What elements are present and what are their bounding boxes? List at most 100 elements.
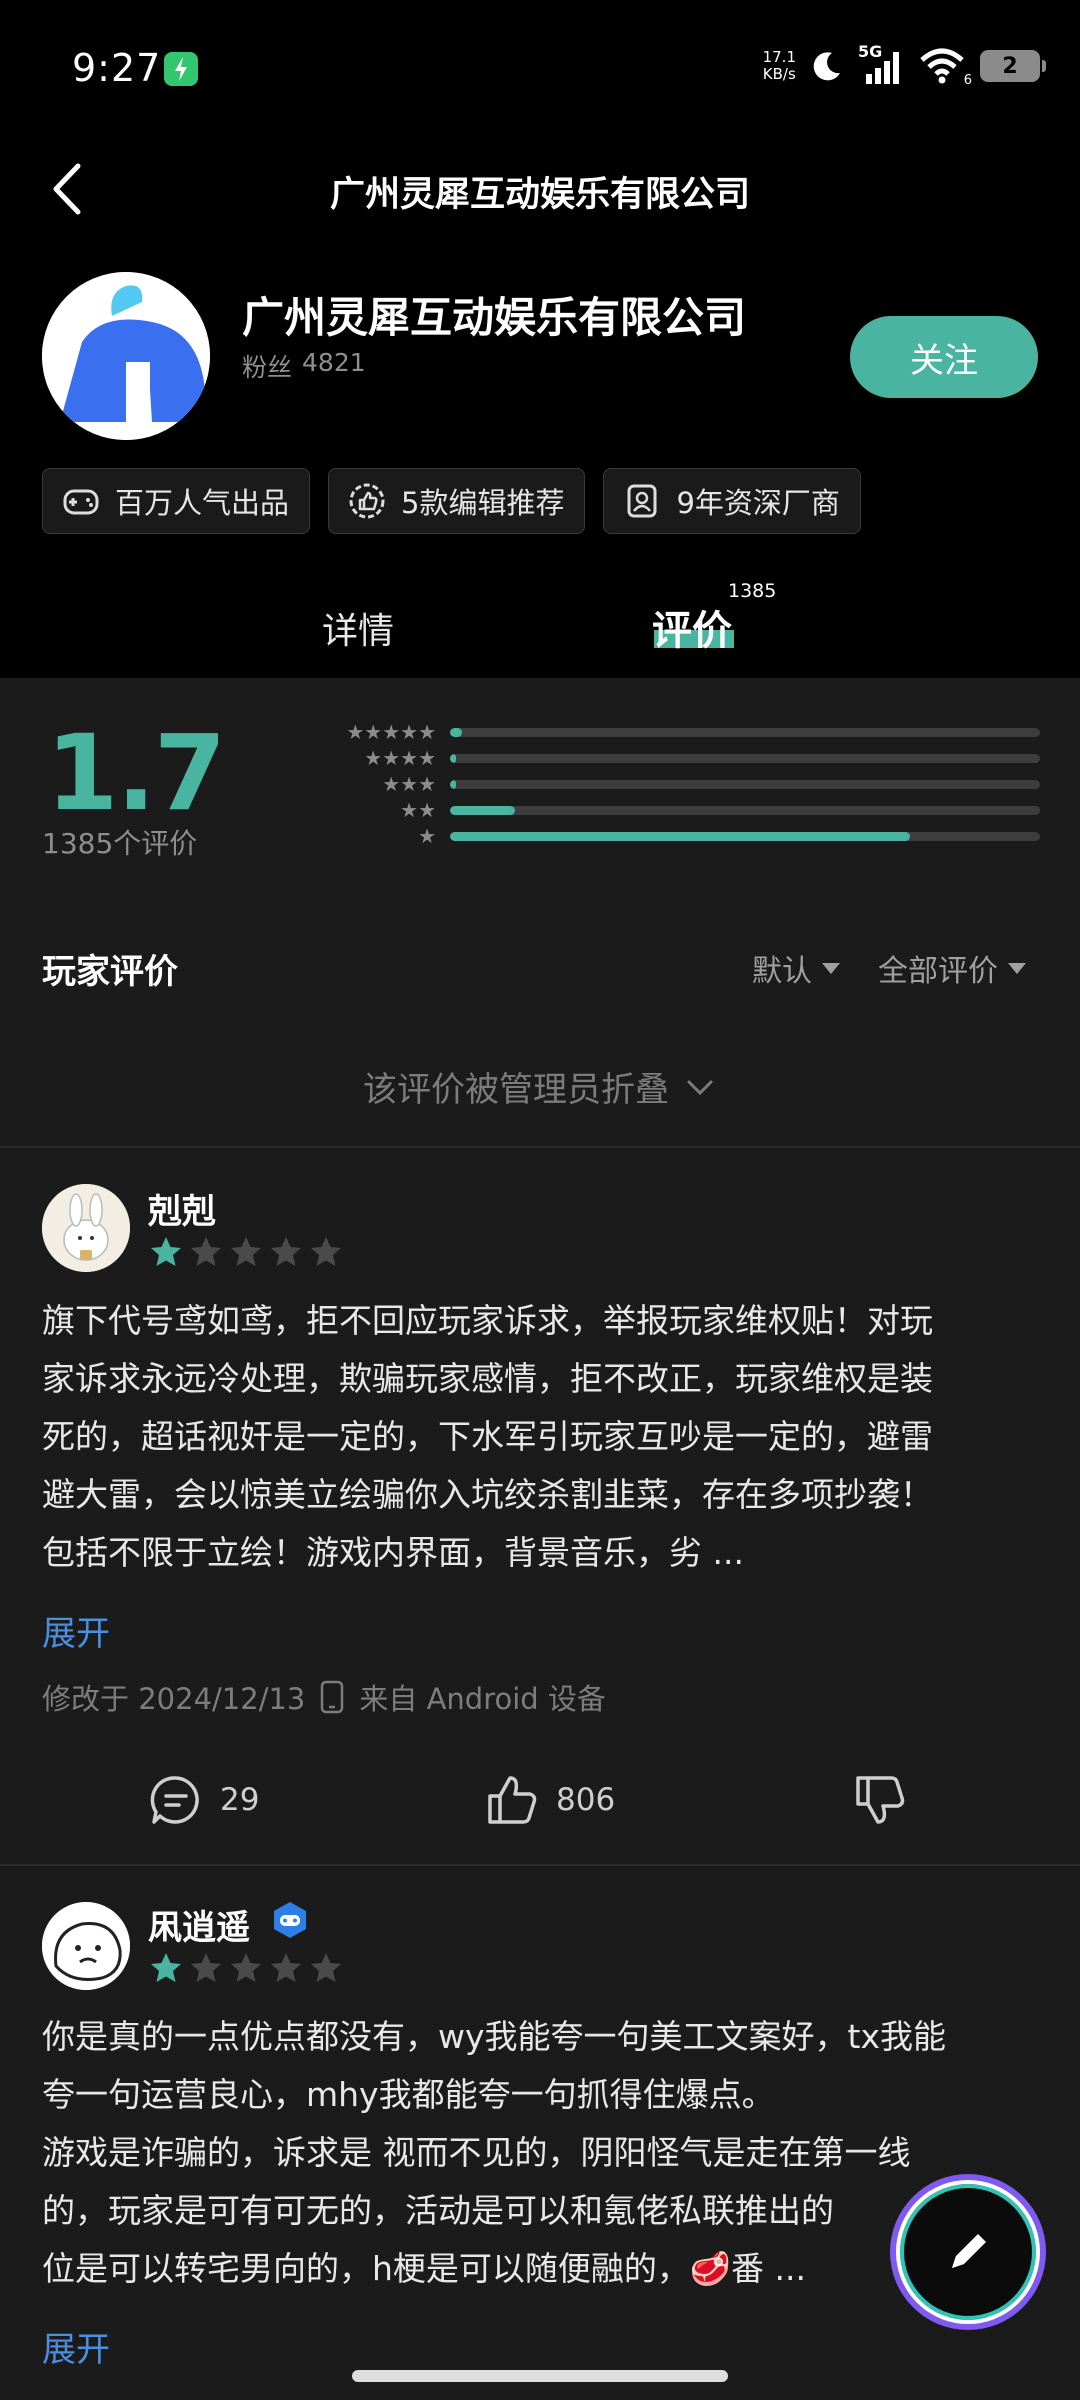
- star-empty-icon: [271, 1237, 301, 1266]
- fans-label: 粉丝: [242, 353, 293, 382]
- section-title: 玩家评价: [42, 952, 178, 992]
- filter-dropdown[interactable]: 全部评价: [878, 946, 1026, 990]
- thumbs-up-badge-icon: [349, 483, 385, 519]
- reviewer-avatar[interactable]: [42, 1184, 130, 1272]
- sort-dropdown[interactable]: 默认: [752, 946, 840, 990]
- rating-bar-fill: [450, 831, 911, 841]
- review-text-line: 游戏是诈骗的，诉求是 视而不见的，阴阳怪气是走在第一线: [42, 2133, 911, 2172]
- moon-icon: [813, 52, 840, 81]
- reviewer-name[interactable]: 剋剋: [148, 1184, 216, 1233]
- rating-row-2-star: ★★: [300, 800, 1040, 820]
- tag-label: 9年资深厂商: [676, 486, 840, 520]
- rating-row-1-star: ★: [300, 826, 1040, 846]
- gamepad-badge-icon: [274, 1902, 306, 1938]
- review-text-line: 包括不限于立绘！游戏内界面，背景音乐，劣 ...: [42, 1533, 744, 1572]
- fans-count: 粉丝 4821: [242, 348, 366, 384]
- review-text[interactable]: 你是真的一点优点都没有，wy我能夸一句美工文案好，tx我能 夸一句运营良心，mhy…: [42, 2008, 1042, 2298]
- company-name: 广州灵犀互动娱乐有限公司: [242, 293, 747, 342]
- company-tags: 百万人气出品 5款编辑推荐 9年资深厂商: [42, 468, 861, 534]
- expand-link[interactable]: 展开: [42, 2322, 110, 2371]
- star-empty-icon: [231, 1953, 261, 1982]
- thumbs-up-icon: [488, 1776, 537, 1824]
- review-text-line: 死的，超话视奸是一定的，下水军引玩家互吵是一定的，避雷: [42, 1417, 933, 1456]
- dislike-button[interactable]: [850, 1770, 910, 1830]
- device-label: 来自 Android 设备: [359, 1682, 606, 1716]
- rating-row-stars: ★★★★★: [346, 720, 436, 744]
- battery-saver-icon: [164, 52, 198, 86]
- rating-row-stars: ★: [418, 824, 436, 848]
- id-badge-icon: [627, 484, 657, 518]
- divider: [0, 1864, 1080, 1866]
- rating-bar-fill: [450, 779, 456, 789]
- rating-row-stars: ★★★: [382, 772, 436, 796]
- thumbs-down-icon: [856, 1776, 905, 1824]
- rating-row-3-star: ★★★: [300, 774, 1040, 794]
- comment-button[interactable]: 29: [146, 1770, 259, 1830]
- chevron-down-icon: [687, 1080, 713, 1095]
- star-filled-icon: [151, 1237, 181, 1266]
- folded-reviews-toggle[interactable]: 该评价被管理员折叠: [0, 1062, 1080, 1111]
- status-icons: 17.1 KB/s 5G 6 2: [763, 42, 1046, 88]
- rating-row-stars: ★★: [400, 798, 436, 822]
- rating-bar-track: [450, 753, 1040, 763]
- tab-review[interactable]: 评价: [652, 598, 732, 656]
- review-text-line: 旗下代号鸢如鸢，拒不回应玩家诉求，举报玩家维权贴！对玩: [42, 1301, 933, 1340]
- review-text[interactable]: 旗下代号鸢如鸢，拒不回应玩家诉求，举报玩家维权贴！对玩 家诉求永远冷处理，欺骗玩家…: [42, 1292, 1042, 1582]
- wifi-icon: 6: [918, 46, 972, 88]
- rating-row-5-star: ★★★★★: [300, 722, 1040, 742]
- folded-notice: 该评价被管理员折叠: [363, 1070, 669, 1110]
- rating-count: 1385个评价: [42, 827, 198, 860]
- gamepad-icon: [63, 489, 99, 515]
- review-meta: 修改于 2024/12/13 来自 Android 设备: [42, 1676, 606, 1718]
- tag-label: 5款编辑推荐: [401, 486, 565, 520]
- tab-detail[interactable]: 详情: [322, 602, 394, 654]
- comment-icon: [150, 1776, 199, 1824]
- star-empty-icon: [311, 1953, 341, 1982]
- tag-popular: 百万人气出品: [42, 468, 311, 534]
- expand-link[interactable]: 展开: [42, 1606, 110, 1655]
- sort-label: 默认: [752, 954, 812, 989]
- comment-count: 29: [220, 1782, 260, 1818]
- tag-label: 百万人气出品: [115, 486, 290, 520]
- write-review-button[interactable]: [896, 2180, 1040, 2324]
- reviewer-name[interactable]: 凩逍遥: [148, 1900, 250, 1949]
- review-count-badge: 1385: [728, 580, 777, 602]
- company-avatar[interactable]: [42, 272, 210, 440]
- net-speed-unit: KB/s: [762, 65, 796, 83]
- filter-label: 全部评价: [878, 954, 998, 989]
- net-speed: 17.1 KB/s: [763, 49, 796, 83]
- status-time: 9:27: [72, 46, 162, 90]
- verified-badge: [270, 1900, 310, 1944]
- follow-button[interactable]: 关注: [850, 316, 1038, 398]
- wifi-level: 6: [963, 73, 972, 88]
- like-button[interactable]: 806: [482, 1770, 615, 1830]
- rating-row-stars: ★★★★: [364, 746, 436, 770]
- page-title: 广州灵犀互动娱乐有限公司: [329, 175, 750, 215]
- star-empty-icon: [271, 1953, 301, 1982]
- rating-row-4-star: ★★★★: [300, 748, 1040, 768]
- star-empty-icon: [191, 1953, 221, 1982]
- review-text-line: 位是可以转宅男向的，h梗是可以随便融的，🥩番 ...: [42, 2249, 806, 2288]
- home-indicator[interactable]: [352, 2370, 728, 2382]
- tag-veteran: 9年资深厂商: [603, 468, 861, 534]
- cellular-icon: 5G: [858, 42, 904, 86]
- net-speed-value: 17.1: [762, 48, 796, 66]
- rating-bar-track: [450, 805, 1040, 815]
- review-text-line: 避大雷，会以惊美立绘骗你入坑绞杀割韭菜，存在多项抄袭！: [42, 1475, 933, 1514]
- review-text-line: 你是真的一点优点都没有，wy我能夸一句美工文案好，tx我能: [42, 2017, 946, 2056]
- divider: [0, 1146, 1080, 1148]
- rating-bar-fill: [450, 805, 515, 815]
- tag-editor-picks: 5款编辑推荐: [328, 468, 586, 534]
- star-empty-icon: [191, 1237, 221, 1266]
- battery-level: 2: [1002, 53, 1018, 79]
- rating-bar-track: [450, 779, 1040, 789]
- caret-down-icon: [822, 962, 840, 974]
- star-empty-icon: [231, 1237, 261, 1266]
- reviewer-avatar[interactable]: [42, 1902, 130, 1990]
- phone-icon: [321, 1680, 344, 1714]
- rating-score: 1.7: [46, 712, 226, 834]
- star-empty-icon: [311, 1237, 341, 1266]
- rating-bar-fill: [450, 727, 462, 737]
- rating-bar-track: [450, 727, 1040, 737]
- review-text-line: 的，玩家是可有可无的，活动是可以和氪佬私联推出的: [42, 2191, 834, 2230]
